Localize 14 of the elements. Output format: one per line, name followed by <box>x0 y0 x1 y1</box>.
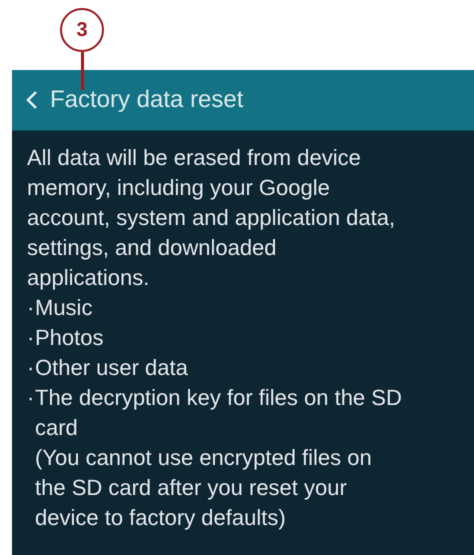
bullet-marker: · <box>27 384 35 412</box>
screen-title: Factory data reset <box>50 88 244 112</box>
leader-line <box>81 52 84 90</box>
back-icon[interactable] <box>26 90 38 110</box>
item-note: (You cannot use encrypted files on the SD card after you reset your device to factory defaults) <box>35 444 373 532</box>
list-item: The decryption key for files on the SD card <box>35 384 402 442</box>
bullet-marker: · <box>27 294 35 322</box>
bullet-marker: · <box>27 354 35 382</box>
list-item: Music <box>35 294 92 322</box>
bullet-marker: · <box>27 324 35 352</box>
list-item: Photos <box>35 324 104 352</box>
warning-message: All data will be erased from device memory, including your Google account, system and application data, settings, and downloaded applications. <box>27 144 396 292</box>
callout-marker: 3 <box>60 8 104 52</box>
list-item: Other user data <box>35 354 188 382</box>
